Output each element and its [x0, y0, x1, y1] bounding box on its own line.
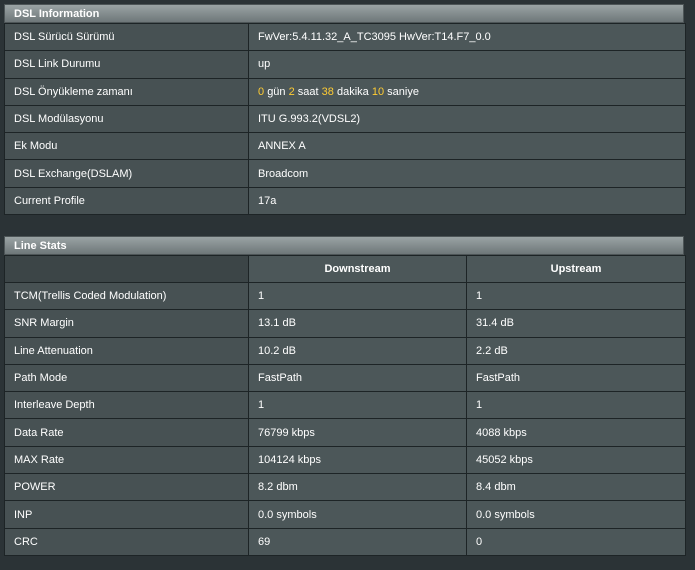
upstream-header: Upstream — [466, 255, 686, 283]
upstream-value: 0.0 symbols — [466, 500, 686, 529]
table-row: DSL Link Durumu up — [4, 50, 686, 79]
downstream-value: 1 — [248, 391, 467, 420]
table-header-row: Downstream Upstream — [4, 255, 686, 283]
uptime-minutes: 38 — [321, 85, 334, 98]
table-row: Line Attenuation 10.2 dB 2.2 dB — [4, 336, 686, 365]
downstream-value: FastPath — [248, 363, 467, 393]
row-label: Interleave Depth — [4, 391, 249, 420]
line-stats-panel: Line Stats Downstream Upstream TCM(Trell… — [4, 236, 686, 556]
uptime-seconds: 10 — [371, 85, 385, 98]
table-row: MAX Rate 104124 kbps 45052 kbps — [4, 445, 686, 475]
uptime-hours-unit: saat — [297, 85, 319, 98]
row-label: DSL Link Durumu — [4, 50, 249, 79]
row-label: Line Attenuation — [4, 336, 249, 365]
table-row: DSL Exchange(DSLAM) Broadcom — [4, 159, 686, 188]
row-label: Data Rate — [4, 418, 249, 447]
line-stats-title: Line Stats — [4, 236, 684, 255]
table-row: INP 0.0 symbols 0.0 symbols — [4, 500, 686, 529]
table-row: DSL Modülasyonu ITU G.993.2(VDSL2) — [4, 104, 686, 134]
row-label: POWER — [4, 473, 249, 502]
table-row: POWER 8.2 dbm 8.4 dbm — [4, 473, 686, 502]
downstream-value: 0.0 symbols — [248, 500, 467, 529]
table-row: Data Rate 76799 kbps 4088 kbps — [4, 418, 686, 447]
table-row: Ek Modu ANNEX A — [4, 132, 686, 161]
uptime-days: 0 — [258, 85, 265, 98]
downstream-value: 10.2 dB — [248, 336, 467, 365]
row-label: SNR Margin — [4, 309, 249, 338]
downstream-value: 8.2 dbm — [248, 473, 467, 502]
upstream-value: 0 — [466, 527, 686, 556]
page-scrollbar[interactable] — [687, 0, 695, 570]
uptime-minutes-unit: dakika — [336, 85, 369, 98]
row-label: TCM(Trellis Coded Modulation) — [4, 281, 249, 311]
uptime-hours: 2 — [288, 85, 295, 98]
table-row: SNR Margin 13.1 dB 31.4 dB — [4, 309, 686, 338]
table-row: Interleave Depth 1 1 — [4, 391, 686, 420]
row-label: Current Profile — [4, 186, 249, 216]
row-label: MAX Rate — [4, 445, 249, 475]
table-row: DSL Sürücü Sürümü FwVer:5.4.11.32_A_TC30… — [4, 22, 686, 52]
downstream-value: 104124 kbps — [248, 445, 467, 475]
uptime-days-unit: gün — [267, 85, 286, 98]
dsl-information-panel: DSL Information DSL Sürücü Sürümü FwVer:… — [4, 4, 686, 216]
row-label: DSL Önyükleme zamanı — [4, 77, 249, 106]
annex-mode-value: ANNEX A — [248, 132, 686, 161]
upstream-value: 45052 kbps — [466, 445, 686, 475]
uptime-value: 0 gün 2 saat 38 dakika 10 saniye — [248, 77, 686, 106]
link-status-value: up — [248, 50, 686, 79]
table-row: Current Profile 17a — [4, 186, 686, 216]
downstream-value: 76799 kbps — [248, 418, 467, 447]
upstream-value: 8.4 dbm — [466, 473, 686, 502]
upstream-value: 4088 kbps — [466, 418, 686, 447]
upstream-value: 31.4 dB — [466, 309, 686, 338]
row-label: CRC — [4, 527, 249, 556]
dsl-information-table: DSL Sürücü Sürümü FwVer:5.4.11.32_A_TC30… — [4, 22, 686, 216]
modulation-value: ITU G.993.2(VDSL2) — [248, 104, 686, 134]
row-label: INP — [4, 500, 249, 529]
row-label: Ek Modu — [4, 132, 249, 161]
row-label: Path Mode — [4, 363, 249, 393]
current-profile-value: 17a — [248, 186, 686, 216]
header-blank-cell — [4, 255, 249, 283]
upstream-value: FastPath — [466, 363, 686, 393]
table-row: TCM(Trellis Coded Modulation) 1 1 — [4, 281, 686, 311]
line-stats-table: Downstream Upstream TCM(Trellis Coded Mo… — [4, 255, 686, 556]
upstream-value: 2.2 dB — [466, 336, 686, 365]
row-label: DSL Modülasyonu — [4, 104, 249, 134]
downstream-value: 13.1 dB — [248, 309, 467, 338]
downstream-header: Downstream — [248, 255, 467, 283]
upstream-value: 1 — [466, 391, 686, 420]
table-row: CRC 69 0 — [4, 527, 686, 556]
driver-version-value: FwVer:5.4.11.32_A_TC3095 HwVer:T14.F7_0.… — [248, 22, 686, 52]
table-row: Path Mode FastPath FastPath — [4, 363, 686, 393]
downstream-value: 1 — [248, 281, 467, 311]
dslam-value: Broadcom — [248, 159, 686, 188]
row-label: DSL Sürücü Sürümü — [4, 22, 249, 52]
dsl-information-title: DSL Information — [4, 4, 684, 23]
upstream-value: 1 — [466, 281, 686, 311]
dsl-status-page: DSL Information DSL Sürücü Sürümü FwVer:… — [0, 0, 695, 570]
row-label: DSL Exchange(DSLAM) — [4, 159, 249, 188]
downstream-value: 69 — [248, 527, 467, 556]
table-row: DSL Önyükleme zamanı 0 gün 2 saat 38 dak… — [4, 77, 686, 106]
uptime-seconds-unit: saniye — [387, 85, 419, 98]
